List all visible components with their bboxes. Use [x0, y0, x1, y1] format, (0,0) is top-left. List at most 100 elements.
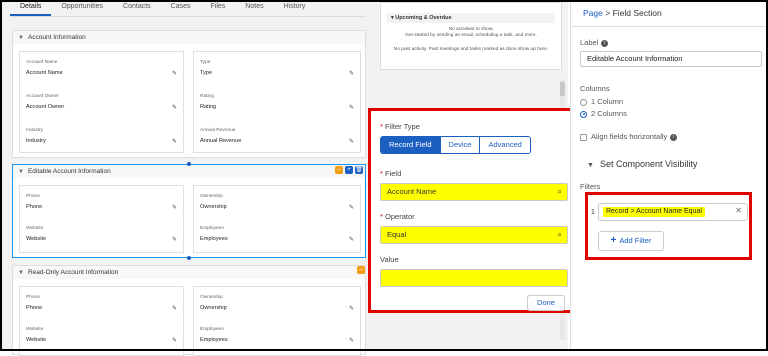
resize-handle-bottom[interactable] [187, 256, 191, 260]
move-icon[interactable]: ⇔ [335, 166, 343, 174]
header-divider [571, 26, 766, 27]
info-icon[interactable]: i [670, 133, 678, 141]
field-account-owner[interactable]: Account Owner Account Owner ✎ [26, 94, 177, 111]
radio-1-column[interactable]: 1 Column [580, 97, 623, 106]
pencil-icon[interactable]: ✎ [349, 138, 354, 145]
pencil-icon[interactable]: ✎ [172, 305, 177, 312]
pencil-icon[interactable]: ✎ [349, 236, 354, 243]
filter-type-label-text: Filter Type [385, 122, 420, 131]
pencil-icon[interactable]: ✎ [172, 236, 177, 243]
right-column[interactable]: Ownership Ownership ✎ Employees Employee… [193, 185, 361, 253]
label-input[interactable]: Editable Account Information [580, 51, 762, 67]
record-field-button[interactable]: Record Field [381, 137, 441, 153]
editable-account-information-section[interactable]: ▼ Editable Account Information Phone Pho… [12, 164, 366, 258]
pencil-icon[interactable]: ✎ [349, 70, 354, 77]
section-header[interactable]: ▼ Read-Only Account Information [13, 266, 365, 279]
columns-label: Columns [580, 84, 610, 93]
tab-history[interactable]: History [274, 2, 316, 16]
move-icon[interactable]: ⇔ [357, 266, 365, 274]
breadcrumb-current: Field Section [612, 8, 662, 18]
scrollbar-thumb[interactable] [560, 82, 565, 96]
account-information-section[interactable]: ▼ Account Information Account Name Accou… [12, 30, 366, 158]
value-label: Value [380, 255, 399, 264]
pencil-icon[interactable]: ✎ [349, 337, 354, 344]
field-rating[interactable]: Rating Rating ✎ [200, 94, 354, 111]
add-icon[interactable]: + [345, 166, 353, 174]
radio-selected-icon [580, 110, 587, 118]
pencil-icon[interactable]: ✎ [172, 204, 177, 211]
filter-item[interactable]: Record > Account Name Equal ✕ [598, 203, 748, 221]
right-column[interactable]: Type Type ✎ Rating Rating ✎ Annual Reven… [193, 51, 361, 153]
device-button[interactable]: Device [440, 137, 481, 153]
pencil-icon[interactable]: ✎ [349, 204, 354, 211]
field-employees[interactable]: Employees Employees ✎ [200, 226, 354, 243]
advanced-button[interactable]: Advanced [480, 137, 530, 153]
field-label: Website [26, 226, 44, 231]
search-icon[interactable]: ⌕ [558, 227, 562, 243]
component-visibility-header[interactable]: ▼ Set Component Visibility [587, 159, 697, 169]
value-input[interactable] [380, 269, 568, 287]
field-value: Employees [200, 337, 228, 343]
field-phone[interactable]: Phone Phone ✎ [26, 194, 177, 211]
field-value: Annual Revenue [200, 138, 242, 144]
tab-opportunities[interactable]: Opportunities [51, 2, 113, 16]
chevron-down-icon: ▼ [18, 34, 24, 41]
chevron-down-icon: ▼ [587, 162, 594, 169]
field-input-value: Account Name [387, 187, 437, 196]
resize-handle-top[interactable] [187, 162, 191, 166]
field-account-name[interactable]: Account Name Account Name ✎ [26, 60, 177, 77]
done-button[interactable]: Done [527, 295, 565, 311]
field-employees[interactable]: Employees Employees ✎ [200, 327, 354, 344]
field-label: * Field [380, 169, 402, 178]
pencil-icon[interactable]: ✎ [172, 70, 177, 77]
field-label: Employees [200, 226, 224, 231]
field-value: Rating [200, 104, 217, 110]
field-annual-revenue[interactable]: Annual Revenue Annual Revenue ✎ [200, 128, 354, 145]
tab-details[interactable]: Details [10, 2, 52, 16]
pencil-icon[interactable]: ✎ [349, 305, 354, 312]
filter-index: 1 [591, 209, 595, 216]
pencil-icon[interactable]: ✎ [172, 138, 177, 145]
checkbox-icon [580, 133, 587, 141]
left-column[interactable]: Account Name Account Name ✎ Account Owne… [19, 51, 184, 153]
field-type[interactable]: Type Type ✎ [200, 60, 354, 77]
section-header[interactable]: ▼ Editable Account Information [13, 165, 365, 178]
field-phone[interactable]: Phone Phone ✎ [26, 295, 177, 312]
field-label-text: Field [385, 169, 402, 178]
pencil-icon[interactable]: ✎ [349, 104, 354, 111]
field-input[interactable]: Account Name ⌕ [380, 183, 568, 201]
right-column[interactable]: Ownership Ownership ✎ Employees Employee… [193, 286, 361, 356]
tab-cases[interactable]: Cases [161, 2, 201, 16]
trash-icon[interactable]: 🗑 [355, 166, 363, 174]
field-ownership[interactable]: Ownership Ownership ✎ [200, 295, 354, 312]
radio-2-columns[interactable]: 2 Columns [580, 109, 627, 118]
pencil-icon[interactable]: ✎ [172, 337, 177, 344]
field-website[interactable]: Website Website ✎ [26, 327, 177, 344]
operator-input[interactable]: Equal ⌕ [380, 226, 568, 244]
close-icon[interactable]: ✕ [735, 206, 742, 215]
tab-notes[interactable]: Notes [235, 2, 273, 16]
info-icon[interactable]: i [601, 39, 609, 47]
tab-files[interactable]: Files [201, 2, 236, 16]
pencil-icon[interactable]: ✎ [172, 104, 177, 111]
field-value: Account Owner [26, 104, 65, 110]
left-column[interactable]: Phone Phone ✎ Website Website ✎ [19, 185, 184, 253]
operator-label: * Operator [380, 212, 415, 221]
field-value: Website [26, 236, 47, 242]
align-horizontally-checkbox[interactable]: Align fields horizontally i [580, 132, 678, 141]
tab-contacts[interactable]: Contacts [113, 2, 161, 16]
section-header[interactable]: ▼ Account Information [13, 31, 365, 44]
filter-type-label: * Filter Type [380, 122, 420, 131]
left-column[interactable]: Phone Phone ✎ Website Website ✎ [19, 286, 184, 356]
read-only-account-information-section[interactable]: ▼ Read-Only Account Information Phone Ph… [12, 265, 366, 356]
chevron-down-icon: ▼ [18, 168, 24, 175]
breadcrumb-page[interactable]: Page [583, 8, 603, 18]
field-ownership[interactable]: Ownership Ownership ✎ [200, 194, 354, 211]
upcoming-overdue-header[interactable]: ▾ Upcoming & Overdue [387, 13, 555, 23]
field-label: Industry [26, 128, 44, 133]
field-website[interactable]: Website Website ✎ [26, 226, 177, 243]
field-industry[interactable]: Industry Industry ✎ [26, 128, 177, 145]
search-icon[interactable]: ⌕ [558, 184, 562, 200]
add-filter-button[interactable]: + Add Filter [598, 231, 664, 251]
empty-activity-line2: Get started by sending an email, schedul… [405, 33, 537, 38]
